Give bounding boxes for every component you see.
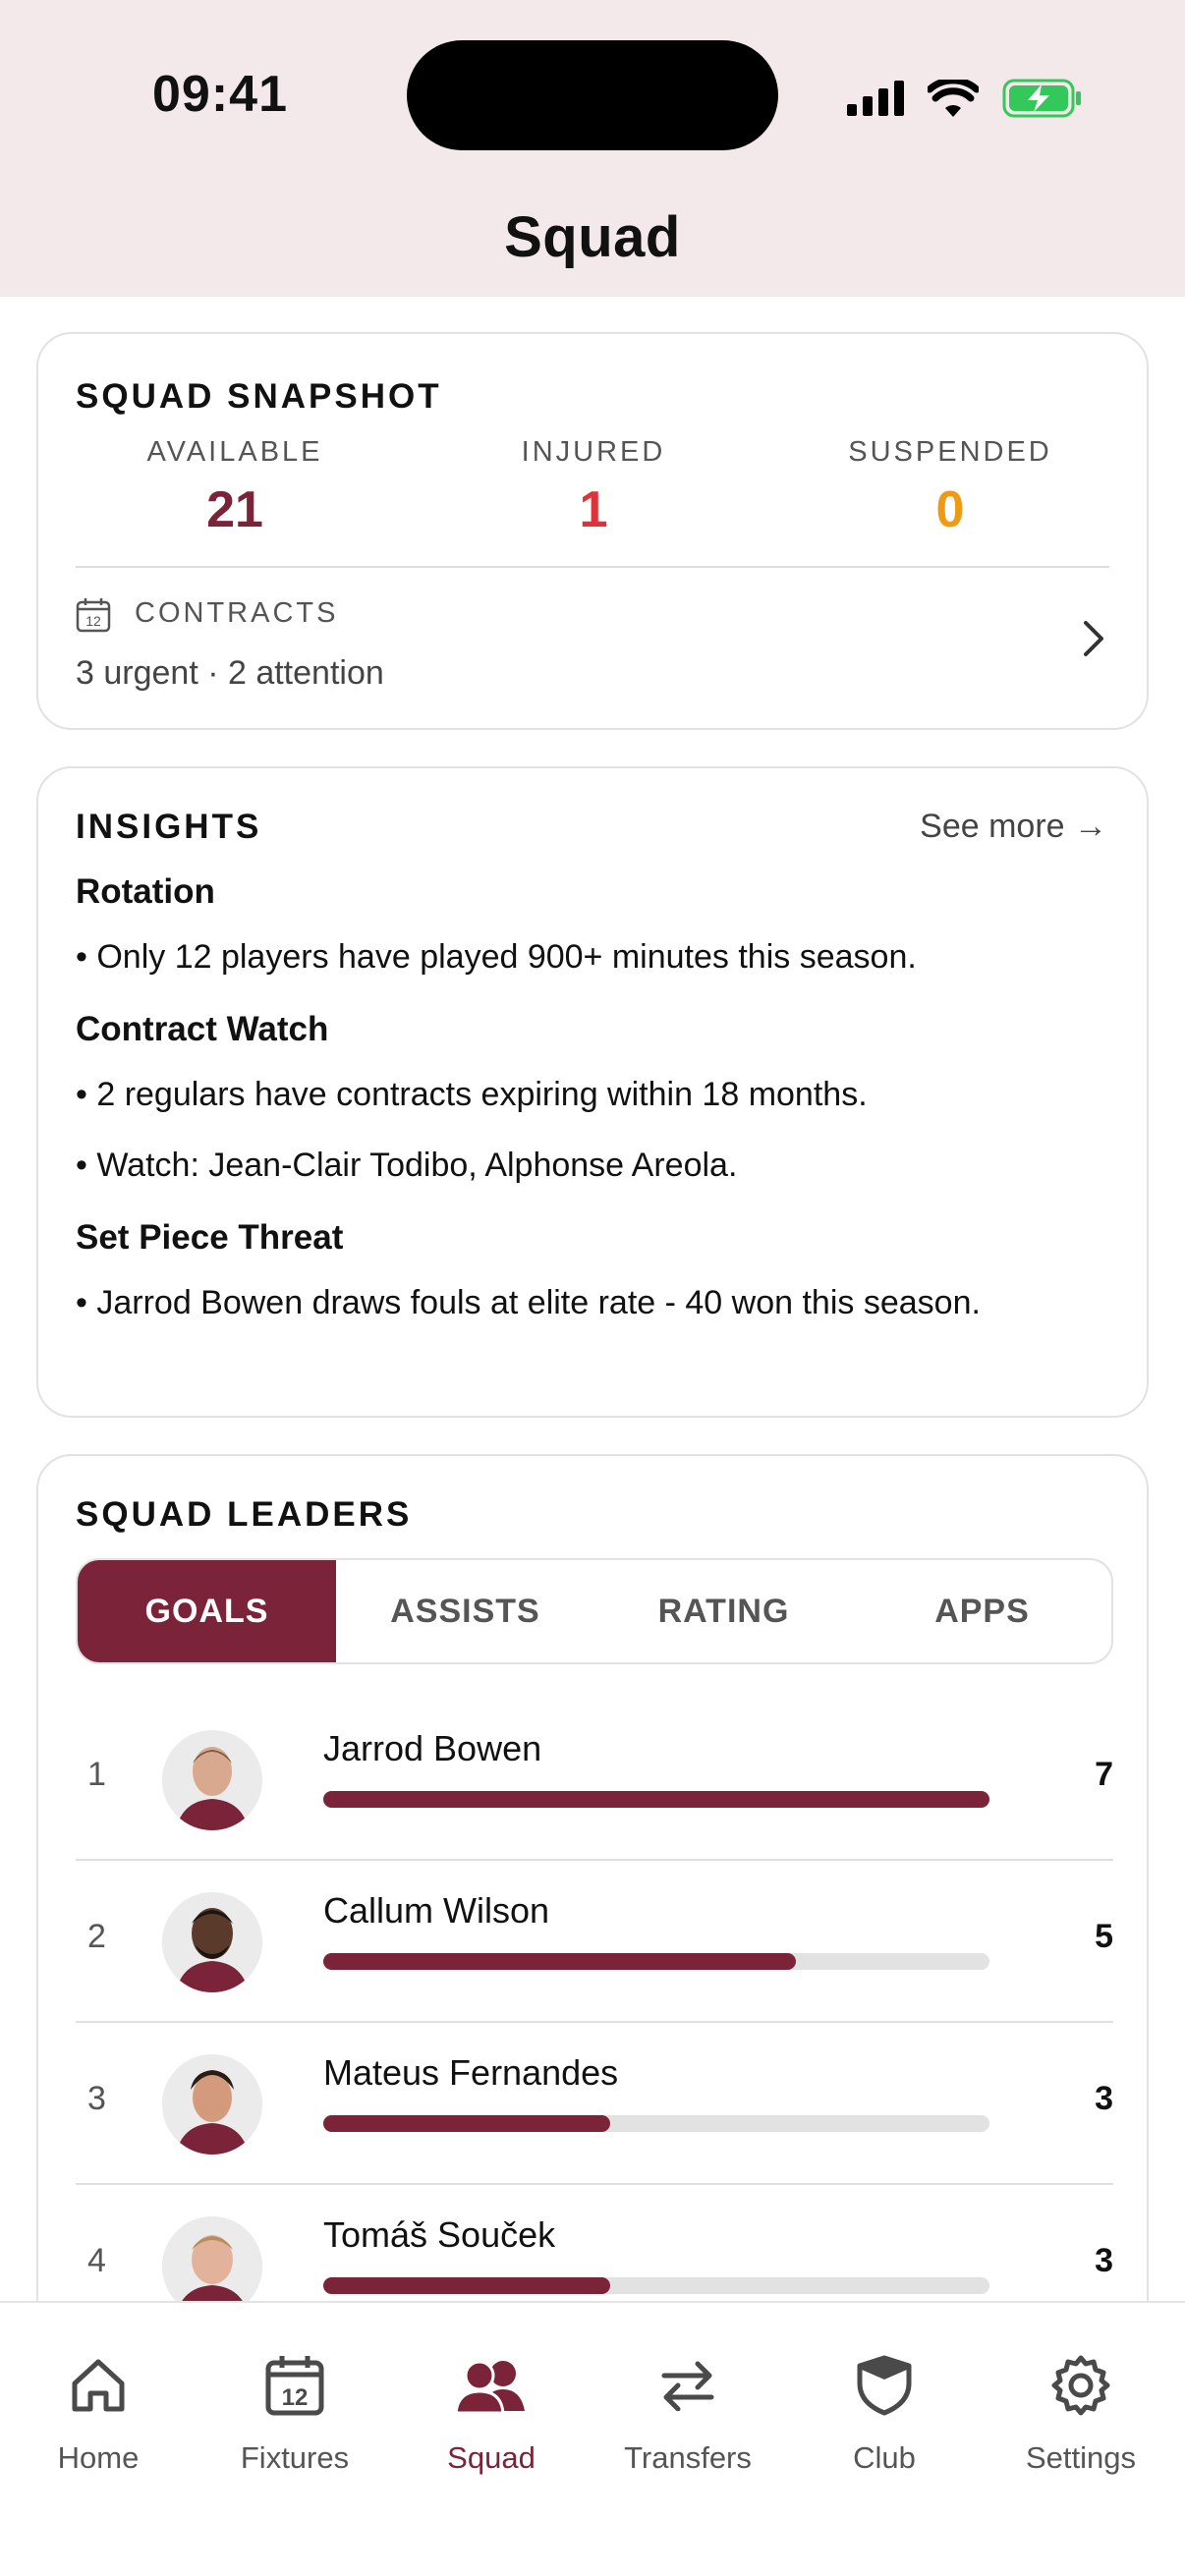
battery-charging-icon <box>1002 79 1081 118</box>
insights-card: INSIGHTS See more → Rotation • Only 12 p… <box>36 766 1149 1418</box>
leader-bar-fill <box>323 1953 797 1970</box>
leader-bar-fill <box>323 2277 610 2294</box>
tab-assists[interactable]: ASSISTS <box>336 1560 594 1662</box>
insight-line: • Watch: Jean-Clair Todibo, Alphonse Are… <box>76 1147 738 1184</box>
insight-heading: Rotation <box>76 872 215 911</box>
stat-label: AVAILABLE <box>146 436 323 468</box>
contracts-row[interactable]: 12 CONTRACTS 3 urgent · 2 attention <box>38 568 1147 725</box>
leader-bar-fill <box>323 2115 610 2132</box>
stat-suspended: SUSPENDED 0 <box>803 436 1098 539</box>
cellular-signal-icon <box>847 81 904 116</box>
avatar <box>162 1892 262 1992</box>
nav-label: Club <box>853 2440 916 2475</box>
squad-leaders-card: SQUAD LEADERS GOALS ASSISTS RATING APPS … <box>36 1454 1149 2436</box>
leader-rank: 1 <box>87 1756 106 1793</box>
nav-label: Fixtures <box>240 2440 350 2475</box>
leader-bar-track <box>323 1791 989 1808</box>
nav-label: Transfers <box>624 2440 752 2475</box>
leader-row[interactable]: 3 Mateus Fernandes 3 <box>76 2023 1113 2185</box>
leader-rank: 3 <box>87 2080 106 2117</box>
calendar-icon-day: 12 <box>85 613 101 629</box>
header: 09:41 Squad <box>0 0 1185 297</box>
snapshot-title: SQUAD SNAPSHOT <box>76 377 442 416</box>
home-icon <box>72 2359 125 2412</box>
leader-value: 7 <box>1095 1756 1113 1793</box>
insights-title: INSIGHTS <box>76 808 262 846</box>
leader-rank: 2 <box>87 1918 106 1955</box>
leader-value: 5 <box>1095 1918 1113 1955</box>
nav-squad[interactable]: Squad <box>393 2350 590 2476</box>
insight-heading: Set Piece Threat <box>76 1218 344 1257</box>
leader-bar-track <box>323 2277 989 2294</box>
leader-name: Tomáš Souček <box>323 2214 556 2255</box>
leader-rank: 4 <box>87 2242 106 2279</box>
player-avatar-icon <box>162 1730 262 1830</box>
calendar-icon: 12 <box>265 2356 324 2416</box>
leader-bar-fill <box>323 1791 989 1808</box>
dynamic-island <box>407 40 778 150</box>
stat-label: SUSPENDED <box>848 436 1052 468</box>
leader-value: 3 <box>1095 2080 1113 2117</box>
stat-available: AVAILABLE 21 <box>87 436 382 539</box>
tab-apps[interactable]: APPS <box>853 1560 1111 1662</box>
swap-arrows-icon <box>661 2361 714 2411</box>
leader-row[interactable]: 1 Jarrod Bowen 7 <box>76 1699 1113 1861</box>
contracts-summary: 3 urgent · 2 attention <box>76 654 384 692</box>
shield-icon <box>857 2355 912 2416</box>
leader-name: Callum Wilson <box>323 1890 550 1931</box>
nav-transfers[interactable]: Transfers <box>590 2350 786 2476</box>
page-title: Squad <box>504 205 681 269</box>
leader-name: Mateus Fernandes <box>323 2052 619 2093</box>
contracts-label: CONTRACTS <box>135 597 339 629</box>
nav-label: Squad <box>447 2440 536 2475</box>
nav-label: Settings <box>1025 2440 1136 2475</box>
stat-label: INJURED <box>521 436 666 468</box>
bottom-tab-bar: Home 12 Fixtures Squad Transfers Club Se… <box>0 2301 1185 2576</box>
stat-injured: INJURED 1 <box>446 436 741 539</box>
nav-settings[interactable]: Settings <box>983 2350 1179 2476</box>
insight-line: • Only 12 players have played 900+ minut… <box>76 938 917 976</box>
wifi-icon <box>928 80 979 117</box>
gear-icon <box>1051 2355 1110 2416</box>
leader-bar-track <box>323 1953 989 1970</box>
calendar-day-number: 12 <box>282 2384 309 2411</box>
leaders-title: SQUAD LEADERS <box>76 1495 413 1534</box>
player-avatar-icon <box>162 2054 262 2155</box>
leader-name: Jarrod Bowen <box>323 1728 542 1768</box>
leader-row[interactable]: 2 Callum Wilson 5 <box>76 1861 1113 2023</box>
calendar-icon: 12 <box>76 598 111 633</box>
avatar <box>162 2054 262 2155</box>
nav-label: Home <box>57 2440 140 2475</box>
player-avatar-icon <box>162 1892 262 1992</box>
stat-value: 0 <box>935 481 965 538</box>
nav-fixtures[interactable]: 12 Fixtures <box>197 2350 393 2476</box>
chevron-right-icon <box>1084 621 1103 656</box>
nav-home[interactable]: Home <box>0 2350 197 2476</box>
status-time: 09:41 <box>152 66 288 123</box>
see-more-link[interactable]: See more → <box>920 808 1107 846</box>
leader-bar-track <box>323 2115 989 2132</box>
avatar <box>162 1730 262 1830</box>
leader-value: 3 <box>1095 2242 1113 2279</box>
people-icon <box>456 2360 525 2413</box>
nav-club[interactable]: Club <box>786 2350 983 2476</box>
squad-snapshot-card: SQUAD SNAPSHOT AVAILABLE 21 INJURED 1 SU… <box>36 332 1149 730</box>
status-icons <box>847 69 1083 128</box>
insight-heading: Contract Watch <box>76 1010 329 1048</box>
tab-goals[interactable]: GOALS <box>78 1560 336 1662</box>
insight-line: • 2 regulars have contracts expiring wit… <box>76 1076 868 1113</box>
leaders-tabs: GOALS ASSISTS RATING APPS <box>76 1558 1113 1664</box>
stat-value: 21 <box>206 481 263 538</box>
insight-line: • Jarrod Bowen draws fouls at elite rate… <box>76 1284 981 1321</box>
stat-value: 1 <box>579 481 608 538</box>
tab-rating[interactable]: RATING <box>594 1560 853 1662</box>
